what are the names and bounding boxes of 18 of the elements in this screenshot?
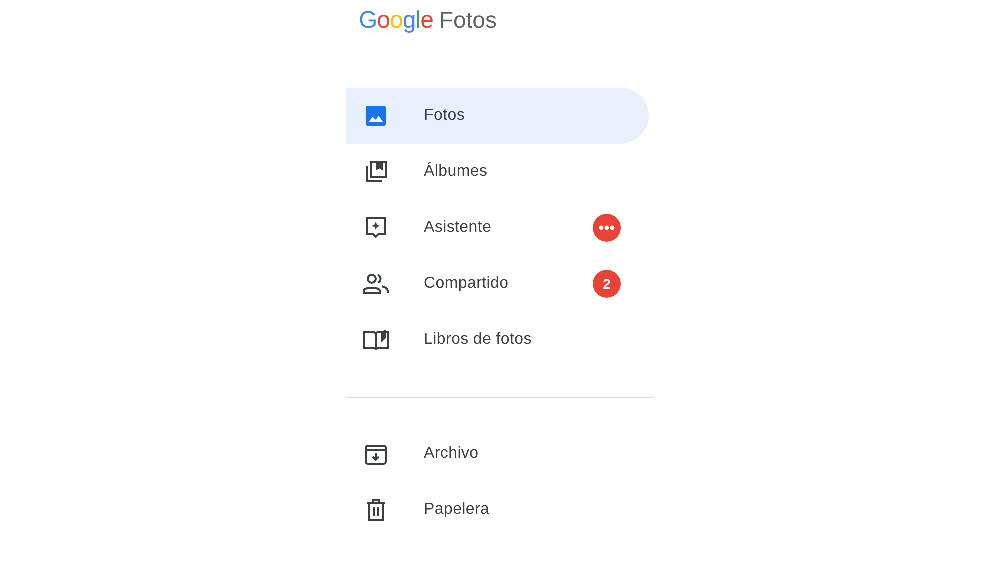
logo-brand-text: Google xyxy=(359,7,434,35)
more-badge-icon xyxy=(593,214,621,242)
nav-item[interactable]: Archivo xyxy=(346,426,649,482)
albums-icon xyxy=(364,160,388,184)
nav-item[interactable]: Papelera xyxy=(346,482,649,538)
nav-item[interactable]: Álbumes xyxy=(346,144,649,200)
nav-item[interactable]: Fotos xyxy=(346,88,649,144)
trash-icon xyxy=(366,499,386,521)
nav-item[interactable]: Libros de fotos xyxy=(346,312,649,368)
book-icon xyxy=(363,329,389,351)
logo-product-text: Fotos xyxy=(439,7,497,34)
nav-item[interactable]: Compartido 2 xyxy=(346,256,649,312)
nav-item[interactable]: Asistente xyxy=(346,200,649,256)
archive-icon xyxy=(365,443,387,465)
people-icon xyxy=(363,273,389,295)
assistant-icon xyxy=(364,216,388,240)
image-icon xyxy=(366,106,386,126)
count-badge: 2 xyxy=(593,270,621,298)
